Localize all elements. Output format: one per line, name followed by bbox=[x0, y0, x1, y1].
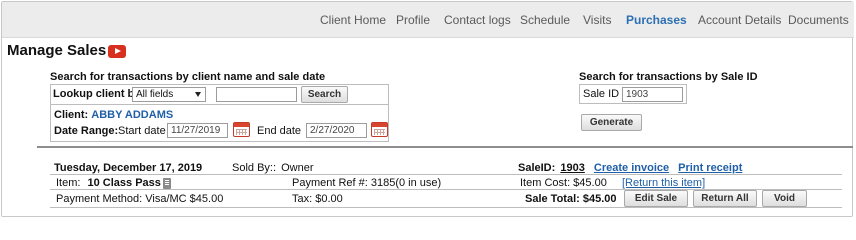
payment-method: Payment Method: Visa/MC $45.00 bbox=[56, 193, 224, 205]
client-name[interactable]: ABBY ADDAMS bbox=[91, 109, 173, 121]
lookup-field-select[interactable]: All fields bbox=[132, 87, 206, 102]
nav-visits[interactable]: Visits bbox=[583, 13, 611, 27]
payment-ref: Payment Ref #: 3185(0 in use) bbox=[292, 177, 442, 189]
pass-icon bbox=[163, 178, 171, 189]
item-name: 10 Class Pass bbox=[87, 177, 161, 189]
section-divider bbox=[37, 146, 853, 148]
lookup-label: Lookup client by bbox=[53, 88, 141, 100]
generate-button[interactable]: Generate bbox=[581, 114, 642, 131]
return-item-link[interactable]: [Return this item] bbox=[622, 177, 705, 189]
nav-account-details[interactable]: Account Details bbox=[698, 13, 781, 27]
row-divider bbox=[50, 174, 842, 175]
youtube-play-icon[interactable] bbox=[108, 45, 126, 58]
create-invoice-link[interactable]: Create invoice bbox=[594, 162, 669, 174]
saleid-row: SaleID: 1903 Create invoice Print receip… bbox=[518, 162, 742, 174]
item-row: Item: 10 Class Pass bbox=[56, 177, 161, 189]
end-date-label: End date bbox=[257, 125, 302, 137]
divider bbox=[51, 104, 388, 105]
edit-sale-button[interactable]: Edit Sale bbox=[624, 190, 688, 207]
saleid-row-value[interactable]: 1903 bbox=[560, 162, 584, 174]
nav-client-home[interactable]: Client Home bbox=[320, 13, 386, 27]
page-title: Manage Sales bbox=[7, 42, 107, 59]
sold-by-label: Sold By:: bbox=[232, 162, 277, 174]
start-date-input[interactable]: 11/27/2019 bbox=[167, 123, 228, 138]
nav-profile[interactable]: Profile bbox=[396, 13, 430, 27]
tax: Tax: $0.00 bbox=[292, 193, 343, 205]
saleid-row-label: SaleID: bbox=[518, 162, 556, 174]
sold-by-value: Owner bbox=[281, 162, 314, 174]
saleid-label: Sale ID bbox=[583, 88, 620, 100]
date-range-label: Date Range: bbox=[54, 125, 119, 137]
sold-by: Sold By:: Owner bbox=[232, 162, 314, 174]
end-date-input[interactable]: 2/27/2020 bbox=[306, 123, 367, 138]
manage-sales-panel: Client Home Profile Contact logs Schedul… bbox=[1, 1, 854, 217]
nav-documents[interactable]: Documents bbox=[788, 13, 849, 27]
search-button[interactable]: Search bbox=[301, 86, 348, 103]
nav-schedule[interactable]: Schedule bbox=[520, 13, 570, 27]
print-receipt-link[interactable]: Print receipt bbox=[678, 162, 742, 174]
sale-total: Sale Total: $45.00 bbox=[525, 193, 617, 205]
client-row: Client: ABBY ADDAMS bbox=[54, 109, 173, 121]
client-label: Client: bbox=[54, 109, 89, 121]
nav-contact-logs[interactable]: Contact logs bbox=[444, 13, 511, 27]
saleid-search-heading: Search for transactions by Sale ID bbox=[579, 71, 758, 83]
sale-date: Tuesday, December 17, 2019 bbox=[54, 162, 203, 174]
chevron-down-icon bbox=[195, 92, 201, 97]
saleid-input[interactable]: 1903 bbox=[622, 87, 683, 102]
start-date-label: Start date bbox=[118, 125, 166, 137]
item-label: Item: bbox=[56, 177, 81, 189]
lookup-text-input[interactable] bbox=[216, 87, 297, 102]
void-button[interactable]: Void bbox=[762, 190, 807, 207]
start-calendar-icon[interactable] bbox=[233, 122, 250, 137]
row-divider bbox=[50, 207, 842, 208]
client-search-heading: Search for transactions by client name a… bbox=[50, 71, 326, 83]
lookup-field-value: All fields bbox=[136, 89, 174, 100]
return-all-button[interactable]: Return All bbox=[693, 190, 757, 207]
item-cost: Item Cost: $45.00 bbox=[520, 177, 607, 189]
nav-purchases[interactable]: Purchases bbox=[626, 13, 687, 27]
end-calendar-icon[interactable] bbox=[371, 122, 388, 137]
top-nav: Client Home Profile Contact logs Schedul… bbox=[2, 2, 854, 38]
